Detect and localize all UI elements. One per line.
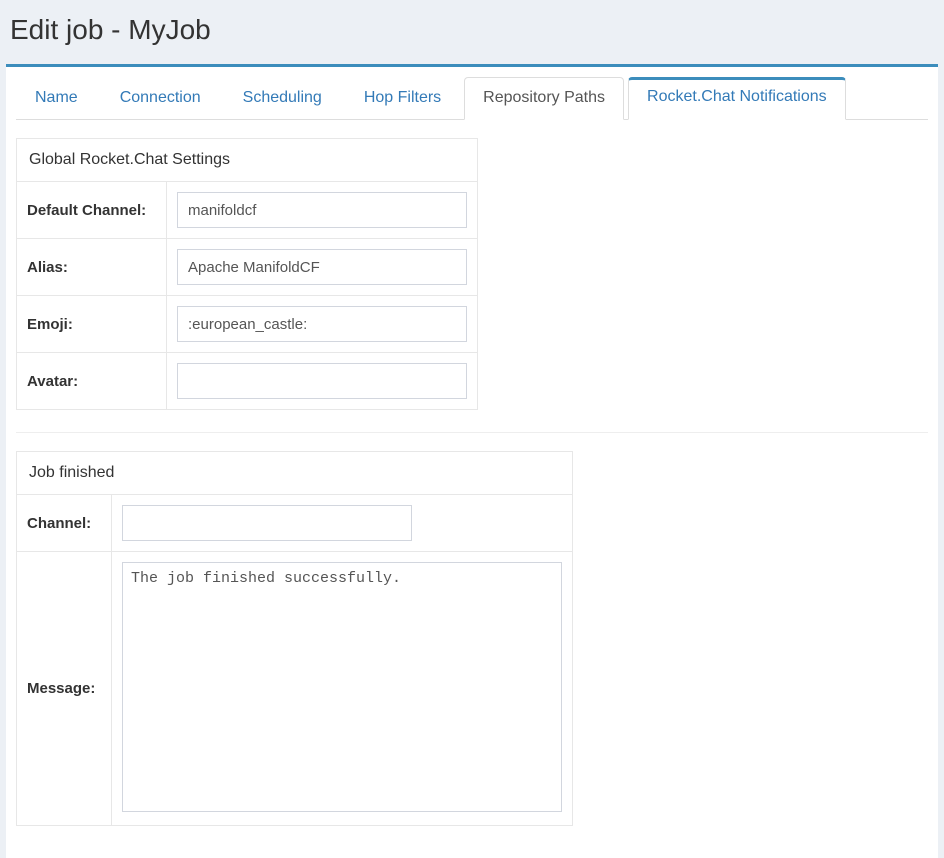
avatar-label: Avatar: <box>17 353 167 410</box>
alias-label: Alias: <box>17 239 167 296</box>
emoji-label: Emoji: <box>17 296 167 353</box>
tab-connection[interactable]: Connection <box>101 77 220 120</box>
default-channel-cell <box>167 182 478 239</box>
content-box: Name Connection Scheduling Hop Filters R… <box>6 64 938 858</box>
message-label: Message: <box>17 552 112 826</box>
default-channel-input[interactable] <box>177 192 467 228</box>
channel-cell <box>112 495 573 552</box>
avatar-input[interactable] <box>177 363 467 399</box>
job-finished-header: Job finished <box>17 452 573 495</box>
avatar-cell <box>167 353 478 410</box>
emoji-input[interactable] <box>177 306 467 342</box>
emoji-cell <box>167 296 478 353</box>
message-cell <box>112 552 573 826</box>
tab-hop-filters[interactable]: Hop Filters <box>345 77 460 120</box>
default-channel-label: Default Channel: <box>17 182 167 239</box>
alias-cell <box>167 239 478 296</box>
channel-input[interactable] <box>122 505 412 541</box>
tab-bar: Name Connection Scheduling Hop Filters R… <box>16 77 928 120</box>
message-textarea[interactable] <box>122 562 562 812</box>
tab-repository-paths[interactable]: Repository Paths <box>464 77 624 120</box>
job-finished-table: Job finished Channel: Message: <box>16 451 573 826</box>
divider <box>16 432 928 433</box>
page-title: Edit job - MyJob <box>0 0 944 64</box>
tab-rocketchat-notifications[interactable]: Rocket.Chat Notifications <box>628 77 846 120</box>
global-settings-table: Global Rocket.Chat Settings Default Chan… <box>16 138 478 410</box>
global-settings-header: Global Rocket.Chat Settings <box>17 139 478 182</box>
tab-scheduling[interactable]: Scheduling <box>224 77 341 120</box>
channel-label: Channel: <box>17 495 112 552</box>
tab-name[interactable]: Name <box>16 77 97 120</box>
alias-input[interactable] <box>177 249 467 285</box>
